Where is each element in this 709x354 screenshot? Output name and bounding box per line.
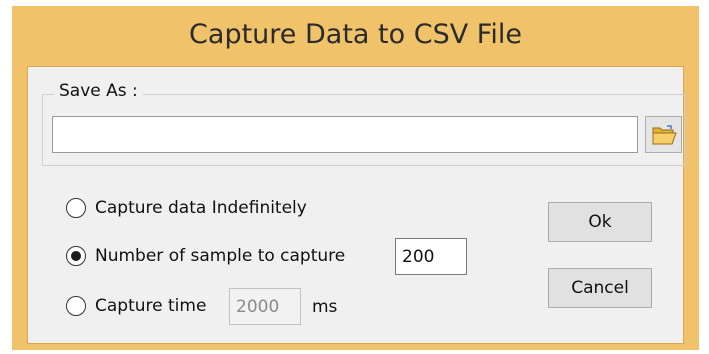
capture-time-input — [229, 288, 301, 325]
indefinite-label: Capture data Indefinitely — [95, 198, 307, 218]
samples-count-input[interactable] — [395, 238, 467, 275]
browse-button[interactable] — [645, 116, 682, 153]
indefinite-radio[interactable] — [66, 198, 86, 218]
cancel-button[interactable]: Cancel — [548, 268, 652, 308]
ok-button[interactable]: Ok — [548, 202, 652, 242]
open-folder-icon — [652, 124, 677, 144]
option-indefinite[interactable]: Capture data Indefinitely — [66, 193, 307, 223]
dialog-body: Save As : Capture data Indefinitely Numb… — [27, 66, 685, 344]
dialog-window: Capture Data to CSV File Save As : Captu… — [12, 6, 699, 350]
save-as-group: Save As : — [42, 81, 685, 166]
time-radio[interactable] — [66, 296, 86, 316]
samples-label: Number of sample to capture — [95, 246, 346, 266]
save-as-label: Save As : — [54, 81, 143, 101]
samples-radio[interactable] — [66, 246, 86, 266]
dialog-title: Capture Data to CSV File — [189, 18, 522, 50]
option-time[interactable]: Capture time — [66, 291, 206, 321]
time-unit-label: ms — [312, 297, 338, 317]
option-samples[interactable]: Number of sample to capture — [66, 241, 345, 271]
time-label: Capture time — [95, 296, 207, 316]
file-path-input[interactable] — [52, 116, 638, 153]
